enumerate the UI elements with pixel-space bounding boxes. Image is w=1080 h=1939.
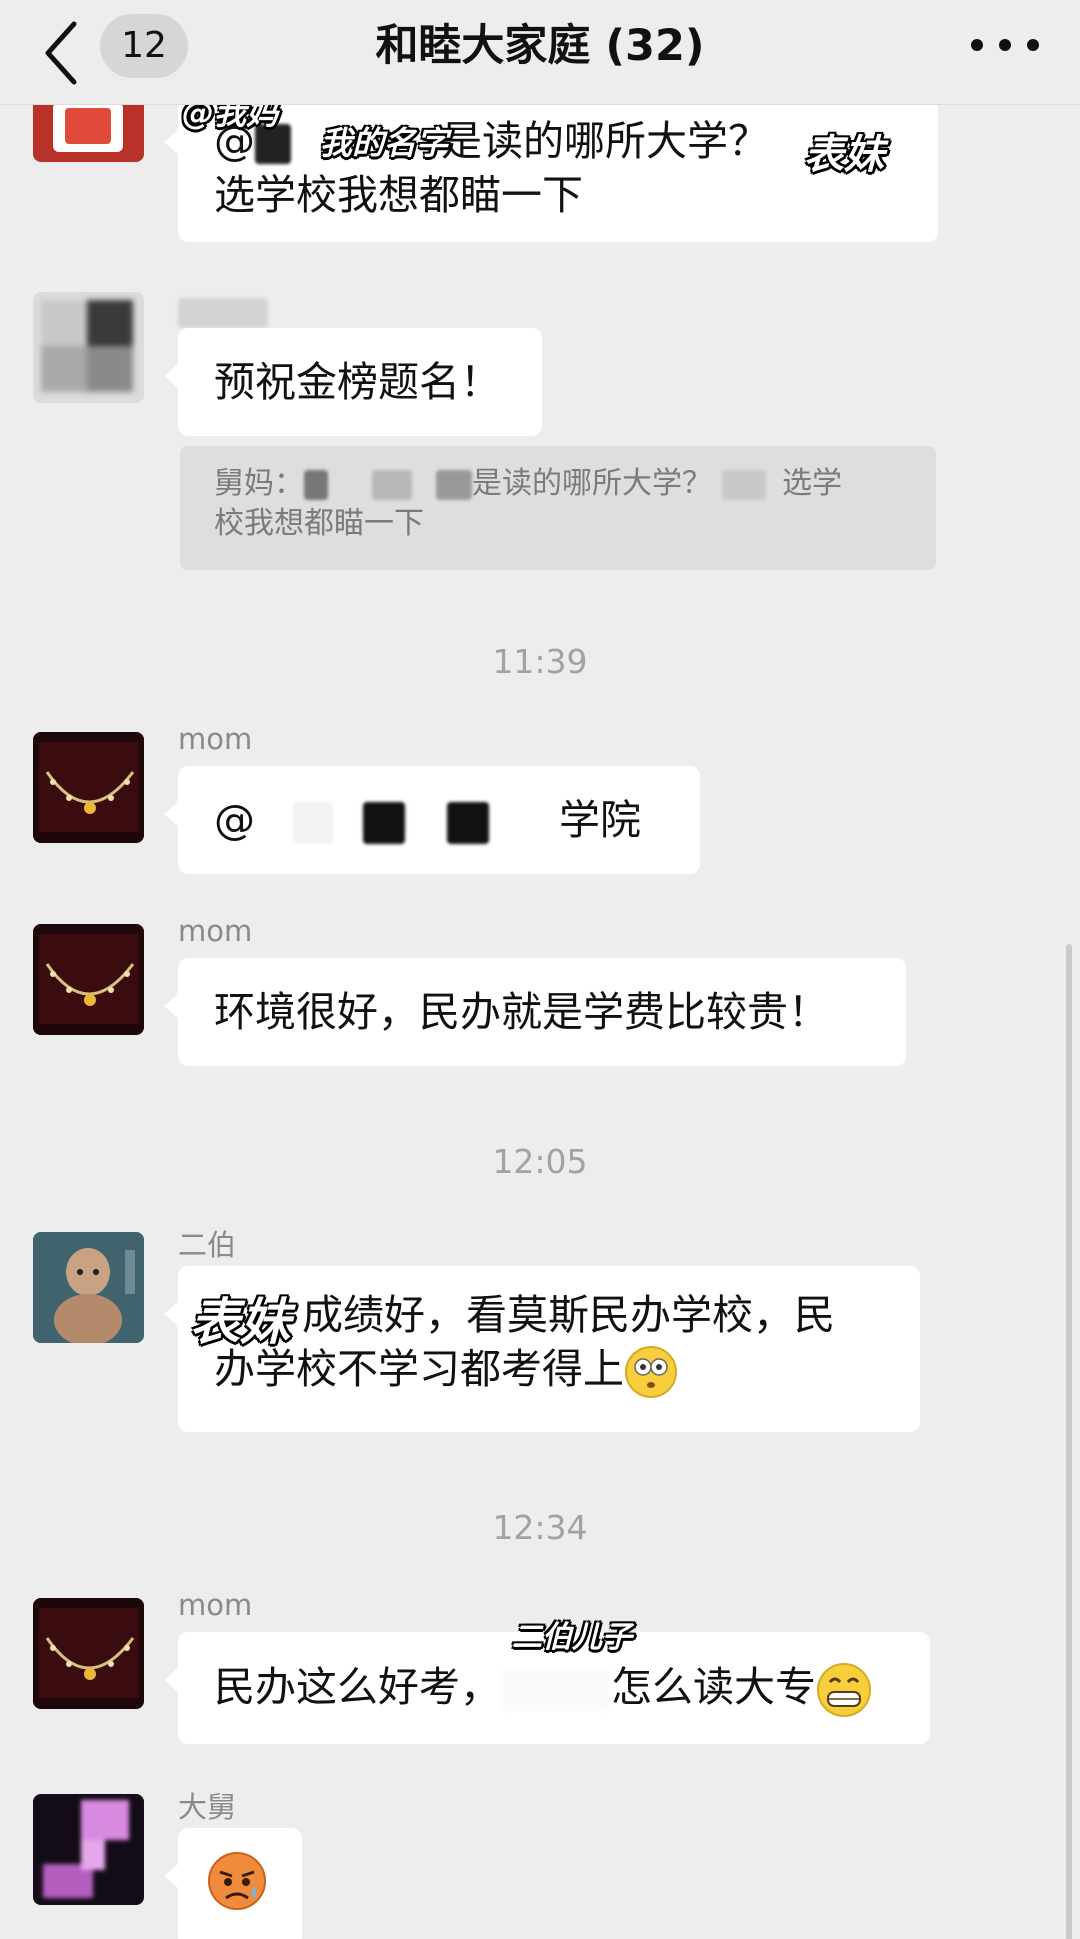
chat-title[interactable]: 和睦大家庭 (32) <box>375 21 704 71</box>
annotation-sticker: 二伯儿子 <box>512 1620 632 1655</box>
message-text: 成绩好，看莫斯民办学校，民 <box>302 1291 835 1339</box>
redacted-name <box>304 469 328 500</box>
avatar-blurred <box>33 1794 144 1905</box>
redacted-name <box>436 469 472 500</box>
message-bubble[interactable] <box>164 1828 302 1939</box>
mention-symbol: @ <box>214 796 255 844</box>
redacted-name <box>178 298 268 328</box>
annotation-sticker: 表妹 <box>804 132 884 178</box>
redacted-name <box>501 1669 611 1711</box>
redacted-name <box>372 469 412 500</box>
scrollbar[interactable] <box>1066 944 1072 1939</box>
necklace-image <box>33 1598 144 1709</box>
message-list[interactable]: @ 是读的哪所大学？ 选学校我想都瞄一下 @我妈 我的名字 表妹 预祝金榜题名！ … <box>0 104 1080 1939</box>
avatar[interactable] <box>33 924 144 1035</box>
avatar[interactable] <box>33 292 144 403</box>
sender-name: mom <box>178 914 253 948</box>
message-text: 环境很好，民办就是学费比较贵！ <box>214 988 829 1036</box>
redacted-name <box>722 469 766 500</box>
timestamp: 12:34 <box>492 1508 588 1547</box>
redacted-name <box>293 802 333 844</box>
message-line: 选学校我想都瞄一下 <box>214 171 583 219</box>
avatar[interactable] <box>33 1598 144 1709</box>
necklace-image <box>33 924 144 1035</box>
message-text: 预祝金榜题名！ <box>214 358 501 406</box>
message-line: 成绩好，看莫斯民办学校，民 <box>214 1288 884 1342</box>
message-bubble[interactable]: 环境很好，民办就是学费比较贵！ <box>164 958 906 1066</box>
quote-text: 校我想都瞄一下 <box>214 506 424 541</box>
avatar-pattern <box>65 108 111 144</box>
quote-text: 是读的哪所大学？ <box>472 466 712 501</box>
anxious-sweat-face-emoji <box>208 1852 266 1910</box>
message-text: 民办这么好考， <box>214 1663 501 1711</box>
redacted-name <box>363 802 405 844</box>
message-text: 学院 <box>559 796 641 844</box>
annotation-sticker: 表妹 <box>190 1293 290 1351</box>
unread-count-badge[interactable]: 12 <box>100 14 188 78</box>
annotation-sticker: @我妈 <box>182 104 279 132</box>
chat-header: 12 和睦大家庭 (32) <box>0 0 1080 105</box>
chevron-left-icon[interactable] <box>38 18 88 88</box>
avatar-blurred <box>33 292 144 403</box>
message-line: @ 是读的哪所大学？ <box>214 114 902 168</box>
sender-name: mom <box>178 1588 253 1622</box>
message-text: 怎么读大专 <box>611 1663 816 1711</box>
message-text: 是读的哪所大学？ <box>441 117 769 165</box>
necklace-image <box>33 732 144 843</box>
quote-sender: 舅妈： <box>214 466 304 501</box>
quoted-message[interactable]: 舅妈： 是读的哪所大学？ 选学 校我想都瞄一下 <box>180 446 936 570</box>
grinning-face-emoji <box>817 1663 871 1717</box>
baby-avatar-image <box>33 1232 144 1343</box>
avatar[interactable] <box>33 732 144 843</box>
sender-name-redacted <box>178 294 268 328</box>
sender-name: 大舅 <box>178 1790 237 1824</box>
more-dots-icon[interactable] <box>970 38 1040 52</box>
timestamp: 11:39 <box>492 642 588 681</box>
sender-name: mom <box>178 722 253 756</box>
message-line: 办学校不学习都考得上 <box>214 1342 884 1399</box>
annotation-sticker: 我的名字 <box>320 124 449 162</box>
avatar[interactable] <box>33 104 144 162</box>
avatar[interactable] <box>33 1794 144 1905</box>
flushed-face-emoji <box>625 1346 677 1398</box>
quote-text: 选学 <box>782 466 842 501</box>
redacted-name <box>447 802 489 844</box>
message-bubble[interactable]: @ 学院 <box>164 766 700 874</box>
timestamp: 12:05 <box>492 1142 588 1181</box>
sender-name: 二伯 <box>178 1228 237 1262</box>
message-bubble[interactable]: 预祝金榜题名！ <box>164 328 542 436</box>
avatar[interactable] <box>33 1232 144 1343</box>
